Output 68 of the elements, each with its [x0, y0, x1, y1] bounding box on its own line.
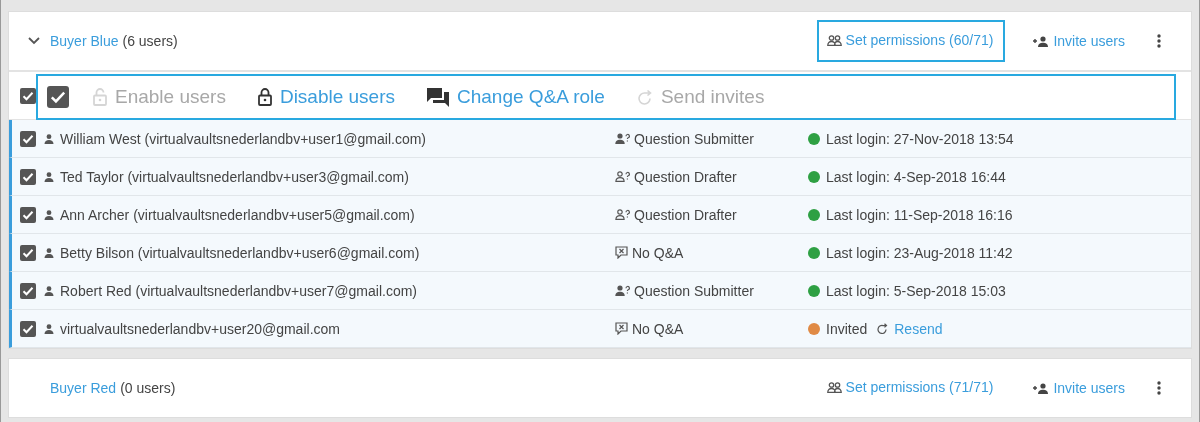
- person-question-icon: [615, 209, 630, 220]
- person-icon: [44, 171, 54, 182]
- user-row[interactable]: Ann Archer (virtualvaultsnederlandbv+user5@gmail.com) Question Drafter Last login: 11-Sep-2018 16:16: [9, 196, 1191, 234]
- user-row[interactable]: Ted Taylor (virtualvaultsnederlandbv+user3@gmail.com) Question Drafter Last login: 4-Sep-2018 16:44: [9, 158, 1191, 196]
- row-checkbox[interactable]: [20, 168, 36, 185]
- lock-icon: [257, 88, 272, 106]
- unlocked-icon: [93, 88, 107, 106]
- status-text: Last login: 11-Sep-2018 16:16: [826, 206, 1013, 223]
- group-name-link[interactable]: Buyer Blue: [50, 33, 119, 49]
- user-row[interactable]: virtualvaultsnederlandbv+user20@gmail.com No Q&A Invited Resend: [9, 310, 1191, 348]
- role-label: Question Drafter: [634, 206, 737, 223]
- role-label: Question Drafter: [634, 168, 737, 185]
- chat-icon: [427, 87, 449, 107]
- user-name: Betty Bilson (virtualvaultsnederlandbv+user6@gmail.com): [60, 244, 420, 261]
- people-icon: [826, 34, 842, 46]
- set-permissions-button[interactable]: Set permissions (60/71): [816, 20, 1006, 62]
- person-question-icon: [615, 285, 630, 296]
- person-question-icon: [615, 133, 630, 144]
- person-icon: [44, 323, 54, 334]
- add-person-icon: [1033, 382, 1050, 394]
- more-menu-icon[interactable]: [1157, 34, 1161, 48]
- row-checkbox[interactable]: [20, 244, 36, 261]
- user-name: William West (virtualvaultsnederlandbv+user1@gmail.com): [60, 130, 427, 147]
- no-chat-icon: [615, 246, 628, 259]
- user-name: Ted Taylor (virtualvaultsnederlandbv+user3@gmail.com): [60, 168, 409, 185]
- resend-link[interactable]: Resend: [894, 320, 943, 337]
- person-icon: [44, 285, 54, 296]
- person-question-icon: [615, 171, 630, 182]
- role-label: No Q&A: [632, 244, 684, 261]
- invite-users-button[interactable]: Invite users: [1029, 374, 1129, 402]
- resend-icon: [636, 89, 653, 105]
- user-row[interactable]: Betty Bilson (virtualvaultsnederlandbv+user6@gmail.com) No Q&A Last login: 23-Aug-2018 11:42: [9, 234, 1191, 272]
- group-name-link[interactable]: Buyer Red: [50, 380, 117, 396]
- disable-action-button[interactable]: Disable users: [249, 82, 403, 112]
- person-icon: [44, 133, 54, 144]
- user-name: Robert Red (virtualvaultsnederlandbv+user7@gmail.com): [60, 282, 417, 299]
- status-text: Last login: 4-Sep-2018 16:44: [826, 168, 1006, 185]
- status-text: Last login: 27-Nov-2018 13:54: [826, 130, 1014, 147]
- row-checkbox[interactable]: [20, 320, 36, 337]
- people-icon: [826, 381, 842, 393]
- user-name: Ann Archer (virtualvaultsnederlandbv+user5@gmail.com): [60, 206, 415, 223]
- invite-users-button[interactable]: Invite users: [1029, 27, 1129, 55]
- role-label: Question Submitter: [634, 130, 754, 147]
- user-count: (0 users): [120, 380, 176, 396]
- status-text: Last login: 23-Aug-2018 11:42: [826, 244, 1013, 261]
- person-icon: [44, 247, 54, 258]
- role-action-button[interactable]: Change Q&A role: [419, 82, 613, 112]
- more-menu-icon[interactable]: [1157, 381, 1161, 395]
- select-all-checkbox[interactable]: [47, 86, 69, 108]
- user-count: (6 users): [122, 33, 178, 49]
- group-header[interactable]: Buyer Red (0 users) Set permissions (71/71) Invite users: [9, 359, 1191, 417]
- row-checkbox[interactable]: [20, 282, 36, 299]
- resend-icon: [877, 323, 889, 334]
- chevron-icon[interactable]: [28, 37, 40, 45]
- user-name: virtualvaultsnederlandbv+user20@gmail.com: [60, 320, 340, 337]
- select-all-checkbox[interactable]: [20, 87, 36, 104]
- no-chat-icon: [615, 322, 628, 335]
- role-label: No Q&A: [632, 320, 684, 337]
- set-permissions-button[interactable]: Set permissions (71/71): [816, 367, 1006, 409]
- user-row[interactable]: William West (virtualvaultsnederlandbv+user1@gmail.com) Question Submitter Last login: 27-Nov-2018 13:54: [9, 120, 1191, 158]
- status-text: Last login: 5-Sep-2018 15:03: [826, 282, 1006, 299]
- person-icon: [44, 209, 54, 220]
- row-checkbox[interactable]: [20, 206, 36, 223]
- add-person-icon: [1033, 35, 1050, 47]
- row-checkbox[interactable]: [20, 130, 36, 147]
- status-text: Invited: [826, 320, 868, 337]
- user-row[interactable]: Robert Red (virtualvaultsnederlandbv+user7@gmail.com) Question Submitter Last login: 5-Sep-2018 15:03: [9, 272, 1191, 310]
- role-label: Question Submitter: [634, 282, 754, 299]
